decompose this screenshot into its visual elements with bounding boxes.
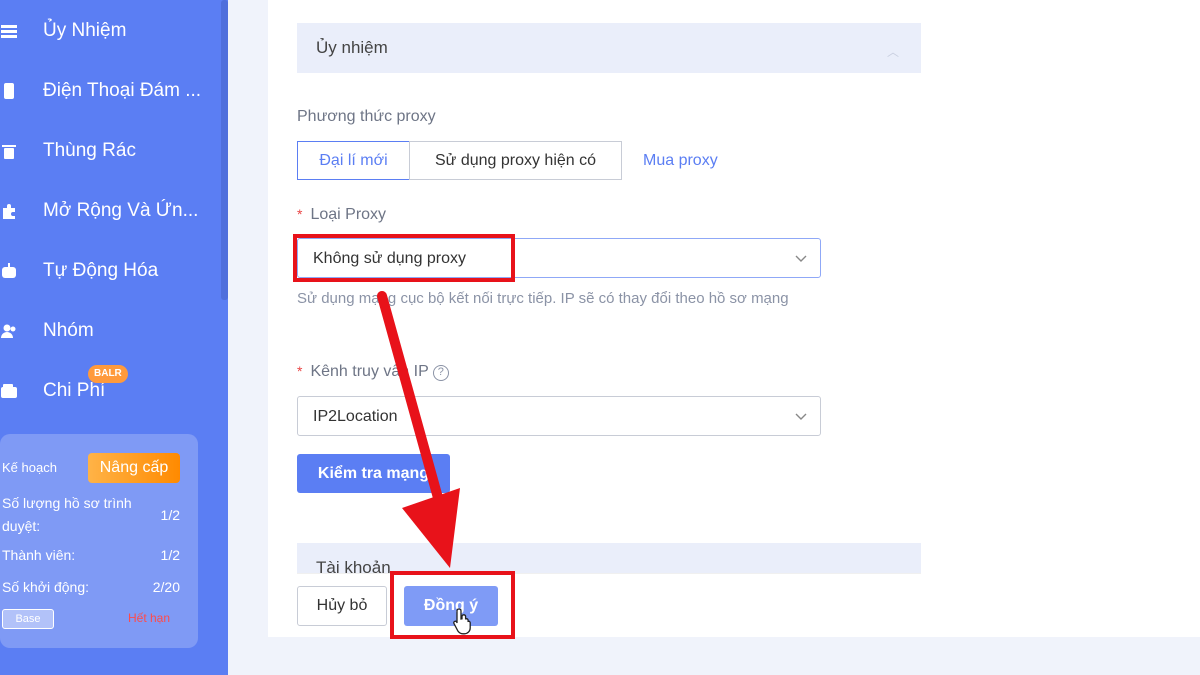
section-header-proxy[interactable]: Ủy nhiệm ︿ (297, 23, 921, 73)
plan-row-value: 2/20 (152, 579, 180, 595)
upgrade-button[interactable]: Nâng cấp (88, 453, 180, 483)
sidebar-scrollbar[interactable] (221, 0, 228, 300)
plan-row-value: 1/2 (160, 507, 180, 523)
chevron-up-icon: ︿ (886, 45, 899, 59)
check-network-button[interactable]: Kiểm tra mạng (297, 454, 450, 493)
users-icon (0, 322, 18, 340)
section-title: Tài khoản (316, 558, 391, 573)
sidebar-item-automation[interactable]: Tự Động Hóa (0, 251, 215, 291)
proxy-settings-panel: Ủy nhiệm ︿ Phương thức proxy Đại lí mới … (268, 0, 1200, 637)
plan-expire-text: Hết hạn (128, 611, 171, 625)
plan-tier-badge[interactable]: Base (2, 609, 54, 629)
buy-proxy-link[interactable]: Mua proxy (643, 152, 718, 170)
puzzle-icon (0, 202, 18, 220)
proxy-type-hint: Sử dụng mạng cục bộ kết nối trực tiếp. I… (297, 290, 789, 307)
cancel-button[interactable]: Hủy bỏ (297, 586, 387, 626)
sidebar-item-label: Chi Phí (43, 380, 106, 401)
sidebar-item-cloud-phone[interactable]: Điện Thoại Đám ... (0, 71, 215, 111)
sidebar-item-proxy[interactable]: Ủy Nhiệm (0, 11, 215, 51)
robot-icon (0, 262, 18, 280)
sidebar-item-trash[interactable]: Thùng Rác (0, 131, 215, 171)
ip-channel-value: IP2Location (313, 408, 398, 425)
beta-badge: BALR (88, 365, 128, 383)
hand-cursor-icon (453, 608, 471, 635)
required-icon: * (297, 363, 303, 379)
chevron-down-icon (794, 251, 808, 265)
page-bottom (228, 637, 1200, 675)
annotation-highlight-proxy-type (293, 234, 515, 282)
phone-icon (0, 82, 18, 100)
sidebar-item-label: Điện Thoại Đám ... (43, 80, 202, 101)
plan-row: Số lượng hồ sơ trình duyệt: 1/2 (2, 492, 180, 538)
tab-new-proxy[interactable]: Đại lí mới (297, 141, 410, 180)
sidebar-item-groups[interactable]: Nhóm (0, 311, 215, 351)
tab-existing-proxy[interactable]: Sử dụng proxy hiện có (409, 141, 622, 180)
plan-row: Thành viên: 1/2 (2, 547, 180, 563)
section-title: Ủy nhiệm (316, 38, 388, 57)
plan-row-label: Số khởi động: (2, 579, 90, 595)
proxy-type-label: * Loại Proxy (297, 206, 387, 223)
plan-card: Kế hoạch Nâng cấp Số lượng hồ sơ trình d… (0, 434, 198, 648)
trash-icon (0, 142, 18, 160)
required-icon: * (297, 206, 303, 222)
ip-channel-select[interactable]: IP2Location (297, 396, 821, 436)
proxy-method-label: Phương thức proxy (297, 108, 436, 125)
help-icon[interactable]: ? (432, 365, 449, 381)
list-icon (0, 22, 18, 40)
sidebar: Ủy Nhiệm Điện Thoại Đám ... Thùng Rác Mở… (0, 0, 228, 675)
plan-title: Kế hoạch (2, 460, 57, 475)
sidebar-item-label: Mở Rộng Và Ứn... (43, 200, 199, 221)
ip-channel-label: * Kênh truy vấn IP? (297, 363, 449, 381)
chevron-down-icon (794, 409, 808, 423)
plan-row: Số khởi động: 2/20 (2, 579, 180, 595)
plan-row-value: 1/2 (160, 547, 180, 563)
sidebar-item-label: Tự Động Hóa (43, 260, 159, 281)
sidebar-item-label: Ủy Nhiệm (43, 20, 127, 41)
sidebar-item-label: Nhóm (43, 320, 94, 341)
section-header-account[interactable]: Tài khoản (297, 543, 921, 573)
plan-row-label: Số lượng hồ sơ trình duyệt: (2, 495, 132, 534)
wallet-icon (0, 382, 18, 400)
sidebar-item-label: Thùng Rác (43, 140, 136, 161)
sidebar-item-extensions[interactable]: Mở Rộng Và Ứn... (0, 191, 215, 231)
plan-row-label: Thành viên: (2, 547, 76, 563)
